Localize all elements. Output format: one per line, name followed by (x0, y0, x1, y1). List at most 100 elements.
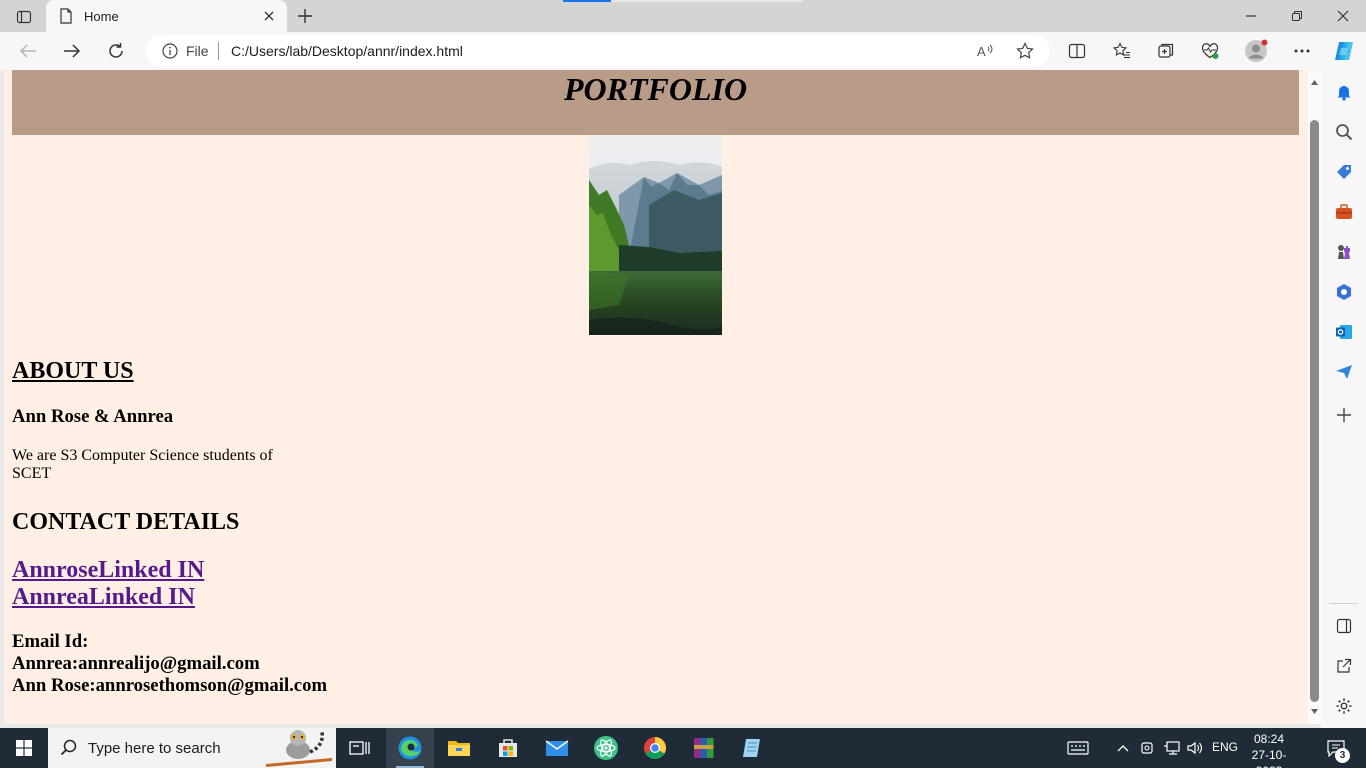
more-dots-icon (1294, 49, 1310, 53)
taskbar-notepad[interactable] (729, 728, 777, 768)
split-screen-icon (1068, 43, 1086, 59)
close-tab-button[interactable] (257, 4, 281, 28)
page-viewport[interactable]: PORTFOLIO ABOUT US Ann Rose & Annrea We … (4, 70, 1308, 724)
windows-logo-icon (16, 740, 32, 756)
clock-date: 27-10-2023 (1251, 748, 1287, 768)
tray-meet-now[interactable] (1138, 728, 1156, 768)
more-options-button[interactable] (1287, 36, 1317, 66)
network-icon (1164, 741, 1180, 755)
profile-button[interactable] (1241, 36, 1271, 66)
start-button[interactable] (0, 728, 48, 768)
chrome-icon (644, 737, 666, 759)
minimize-icon (1246, 15, 1256, 17)
taskbar-edge[interactable] (386, 728, 434, 768)
scrollbar-thumb[interactable] (1310, 120, 1319, 702)
annrea-linkedin-link[interactable]: AnnreaLinked IN (12, 584, 1299, 611)
forward-button[interactable] (57, 36, 87, 66)
tab-actions-button[interactable] (10, 6, 38, 28)
clock[interactable]: 08:24 27-10-2023 (1246, 731, 1292, 768)
split-screen-button[interactable] (1062, 36, 1092, 66)
new-tab-button[interactable] (292, 4, 318, 28)
mail-icon (545, 740, 569, 756)
address-bar[interactable]: File C:/Users/lab/Desktop/annr/index.htm… (146, 35, 1050, 67)
scroll-up-arrow-icon[interactable] (1310, 78, 1319, 87)
address-url[interactable]: C:/Users/lab/Desktop/annr/index.html (231, 43, 463, 59)
taskbar-store[interactable] (484, 728, 532, 768)
toolbox-icon[interactable] (1333, 201, 1355, 223)
tray-volume[interactable] (1184, 728, 1206, 768)
linkedin-links: AnnroseLinked IN AnnreaLinked IN (12, 557, 1299, 611)
tray-notifications[interactable] (1318, 728, 1354, 768)
webcam-icon (1141, 742, 1153, 754)
back-button[interactable] (13, 36, 43, 66)
favorite-star-icon[interactable] (1015, 41, 1035, 61)
heart-pulse-icon (1201, 43, 1219, 59)
minimize-button[interactable] (1228, 0, 1274, 32)
page-icon (58, 8, 74, 24)
refresh-button[interactable] (101, 36, 131, 66)
bell-icon[interactable] (1333, 81, 1355, 103)
outlook-icon[interactable] (1333, 321, 1355, 343)
collections-button[interactable] (1151, 36, 1181, 66)
restore-icon (1292, 11, 1302, 21)
plus-icon (298, 9, 312, 23)
page-scrollbar[interactable] (1308, 70, 1321, 724)
copilot-icon[interactable] (1333, 281, 1355, 303)
taskbar-chrome[interactable] (631, 728, 679, 768)
active-tab[interactable]: Home (46, 0, 287, 32)
search-icon[interactable] (1333, 121, 1355, 143)
favorites-button[interactable] (1107, 36, 1137, 66)
split-pane-icon[interactable] (1333, 615, 1355, 637)
taskbar-file-explorer[interactable] (435, 728, 483, 768)
taskbar-search-box[interactable]: Type here to search (48, 728, 336, 768)
svg-text:A: A (977, 44, 986, 59)
lemur-illustration-icon (266, 730, 332, 767)
read-aloud-icon[interactable]: A (975, 41, 995, 61)
refresh-icon (109, 43, 123, 58)
annrose-linkedin-link[interactable]: AnnroseLinked IN (12, 557, 1299, 584)
tab-actions-icon (16, 10, 32, 24)
taskbar-mail[interactable] (533, 728, 581, 768)
avatar-icon (1245, 39, 1268, 62)
tag-icon[interactable] (1333, 161, 1355, 183)
scroll-down-arrow-icon[interactable] (1310, 707, 1319, 716)
tray-show-hidden[interactable] (1114, 728, 1132, 768)
task-view-button[interactable] (336, 728, 384, 768)
atom-icon (594, 736, 618, 760)
windows-taskbar: Type here to search ENG 08:24 27-10- 3 (0, 728, 1366, 768)
copilot-button[interactable] (1329, 36, 1359, 66)
send-icon[interactable] (1333, 361, 1355, 383)
taskbar-winrar[interactable] (680, 728, 728, 768)
settings-icon[interactable] (1333, 695, 1355, 717)
external-link-icon[interactable] (1333, 655, 1355, 677)
copilot-icon (1335, 42, 1353, 60)
info-icon[interactable] (162, 43, 178, 59)
task-view-icon (349, 741, 370, 755)
tray-network[interactable] (1160, 728, 1184, 768)
header-band: PORTFOLIO (12, 70, 1299, 135)
close-window-icon (1337, 10, 1349, 22)
notepad-icon (743, 739, 760, 757)
store-icon (499, 739, 517, 757)
language-indicator[interactable]: ENG (1212, 740, 1238, 754)
address-separator (218, 42, 219, 60)
names-heading: Ann Rose & Annrea (12, 406, 174, 427)
page-title: PORTFOLIO (563, 71, 748, 107)
taskbar-atom[interactable] (582, 728, 630, 768)
search-placeholder: Type here to search (88, 740, 221, 757)
description-text: We are S3 Computer Science students of S… (12, 447, 273, 482)
collections-icon (1158, 43, 1174, 58)
email-annrose: Ann Rose:annrosethomson@gmail.com (12, 675, 328, 696)
chess-icon[interactable] (1333, 241, 1355, 263)
favorites-icon (1113, 42, 1130, 59)
mountain-lake-image (589, 135, 722, 335)
volume-icon (1187, 741, 1203, 755)
tray-keyboard[interactable] (1062, 728, 1094, 768)
tab-bar-accent-light (611, 0, 803, 2)
restore-button[interactable] (1274, 0, 1320, 32)
add-icon[interactable] (1333, 404, 1355, 426)
back-arrow-icon (19, 44, 36, 58)
contact-heading: CONTACT DETAILS (12, 509, 240, 535)
close-window-button[interactable] (1320, 0, 1366, 32)
browser-essentials-button[interactable] (1195, 36, 1225, 66)
